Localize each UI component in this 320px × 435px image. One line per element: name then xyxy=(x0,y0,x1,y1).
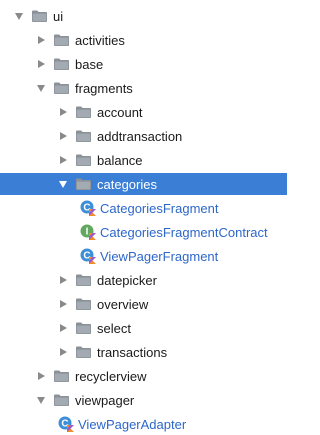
collapse-arrow-icon[interactable] xyxy=(58,155,68,165)
folder-icon xyxy=(76,322,91,334)
svg-text:I: I xyxy=(86,227,89,238)
expand-arrow-icon[interactable] xyxy=(36,395,46,405)
collapse-arrow-icon[interactable] xyxy=(58,347,68,357)
tree-item-label: CategoriesFragment xyxy=(100,200,219,216)
kotlin-class-icon: C xyxy=(80,248,96,264)
collapse-arrow-icon[interactable] xyxy=(58,275,68,285)
tree-item-label: categories xyxy=(97,176,157,192)
folder-icon xyxy=(76,154,91,166)
tree-folder-overview[interactable]: overview xyxy=(0,293,287,315)
folder-icon xyxy=(76,178,91,190)
tree-item-label: balance xyxy=(97,152,143,168)
tree-file-CategoriesFragment[interactable]: C CategoriesFragment xyxy=(0,197,287,219)
tree-file-ViewPagerFragment[interactable]: C ViewPagerFragment xyxy=(0,245,287,267)
kotlin-class-icon: C xyxy=(58,416,74,432)
expand-arrow-icon[interactable] xyxy=(36,83,46,93)
tree-folder-addtransaction[interactable]: addtransaction xyxy=(0,125,287,147)
collapse-arrow-icon[interactable] xyxy=(36,35,46,45)
expand-arrow-icon[interactable] xyxy=(14,11,24,21)
tree-item-label: account xyxy=(97,104,143,120)
tree-item-label: addtransaction xyxy=(97,128,183,144)
tree-folder-fragments[interactable]: fragments xyxy=(0,77,287,99)
tree-item-label: overview xyxy=(97,296,149,312)
collapse-arrow-icon[interactable] xyxy=(36,59,46,69)
folder-icon xyxy=(76,106,91,118)
kotlin-class-icon: C xyxy=(80,200,96,216)
collapse-arrow-icon[interactable] xyxy=(58,299,68,309)
tree-item-label: transactions xyxy=(97,344,168,360)
folder-icon xyxy=(54,394,69,406)
tree-folder-balance[interactable]: balance xyxy=(0,149,287,171)
tree-item-label: CategoriesFragmentContract xyxy=(100,224,268,240)
expand-arrow-icon[interactable] xyxy=(58,179,68,189)
folder-icon xyxy=(32,10,47,22)
tree-item-label: activities xyxy=(75,32,125,48)
tree-file-ViewPagerAdapter[interactable]: C ViewPagerAdapter xyxy=(0,413,287,435)
folder-icon xyxy=(54,34,69,46)
tree-folder-ui[interactable]: ui xyxy=(0,5,287,27)
tree-folder-base[interactable]: base xyxy=(0,53,287,75)
folder-icon xyxy=(76,274,91,286)
tree-item-label: datepicker xyxy=(97,272,157,288)
collapse-arrow-icon[interactable] xyxy=(58,107,68,117)
tree-folder-categories[interactable]: categories xyxy=(0,173,287,195)
tree-item-label: ViewPagerAdapter xyxy=(78,416,187,432)
tree-item-label: fragments xyxy=(75,80,133,96)
tree-item-label: ViewPagerFragment xyxy=(100,248,219,264)
tree-item-label: select xyxy=(97,320,131,336)
folder-icon xyxy=(54,370,69,382)
tree-item-label: viewpager xyxy=(75,392,135,408)
tree-folder-account[interactable]: account xyxy=(0,101,287,123)
tree-item-label: recyclerview xyxy=(75,368,147,384)
tree-folder-select[interactable]: select xyxy=(0,317,287,339)
collapse-arrow-icon[interactable] xyxy=(36,371,46,381)
folder-icon xyxy=(54,82,69,94)
folder-icon xyxy=(54,58,69,70)
tree-folder-activities[interactable]: activities xyxy=(0,29,287,51)
tree-folder-transactions[interactable]: transactions xyxy=(0,341,287,363)
tree-folder-recyclerview[interactable]: recyclerview xyxy=(0,365,287,387)
tree-item-label: ui xyxy=(53,8,64,24)
folder-icon xyxy=(76,130,91,142)
collapse-arrow-icon[interactable] xyxy=(58,131,68,141)
tree-folder-viewpager[interactable]: viewpager xyxy=(0,389,287,411)
tree-item-label: base xyxy=(75,56,104,72)
folder-icon xyxy=(76,346,91,358)
tree-folder-datepicker[interactable]: datepicker xyxy=(0,269,287,291)
collapse-arrow-icon[interactable] xyxy=(58,323,68,333)
tree-file-CategoriesFragmentContract[interactable]: I CategoriesFragmentContract xyxy=(0,221,287,243)
project-tree: ui activities base fragments account addtrans… xyxy=(0,0,287,432)
folder-icon xyxy=(76,298,91,310)
kotlin-interface-icon: I xyxy=(80,224,96,240)
